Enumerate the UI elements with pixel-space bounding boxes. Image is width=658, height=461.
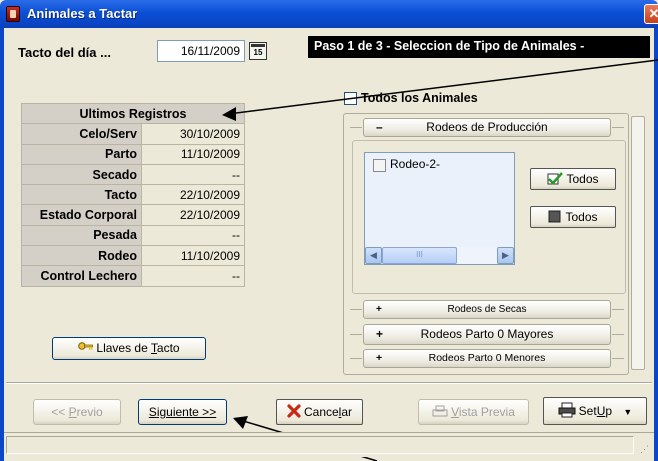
preview-label-mnemonic: V	[451, 405, 459, 419]
cancel-x-icon	[287, 404, 301, 418]
status-bar: ⋰	[4, 432, 654, 457]
preview-label-post: ista Previa	[458, 405, 515, 419]
printer-icon	[432, 405, 448, 417]
arrowhead-top	[222, 107, 236, 121]
cancel-label-post: ar	[341, 405, 353, 419]
cancel-button[interactable]: Cancelar	[276, 399, 363, 425]
dropdown-arrow-icon[interactable]: ▼	[623, 407, 632, 417]
prev-label-pre: <<	[51, 405, 69, 419]
printer-setup-icon	[558, 402, 576, 418]
cancel-label-pre: Cance	[303, 405, 339, 419]
setup-button[interactable]: SetUp ▼	[543, 397, 647, 425]
status-panel	[6, 436, 634, 454]
resize-grip-icon[interactable]: ⋰	[640, 444, 650, 454]
arrow-line-top	[227, 59, 658, 115]
next-label-mnemonic: S	[148, 405, 157, 419]
setup-label-pre: Set	[578, 404, 597, 418]
next-label-post: iguiente >>	[156, 405, 217, 419]
annotation-arrows	[222, 59, 658, 461]
footer-separator	[6, 382, 652, 384]
prev-label-mnemonic: P	[68, 405, 77, 419]
previous-button[interactable]: << Previo	[33, 399, 121, 425]
setup-label-post: p	[605, 404, 613, 418]
print-preview-button[interactable]: Vista Previa	[418, 399, 529, 425]
prev-label-post: revio	[76, 405, 103, 419]
next-button[interactable]: Siguiente >>	[138, 399, 227, 425]
